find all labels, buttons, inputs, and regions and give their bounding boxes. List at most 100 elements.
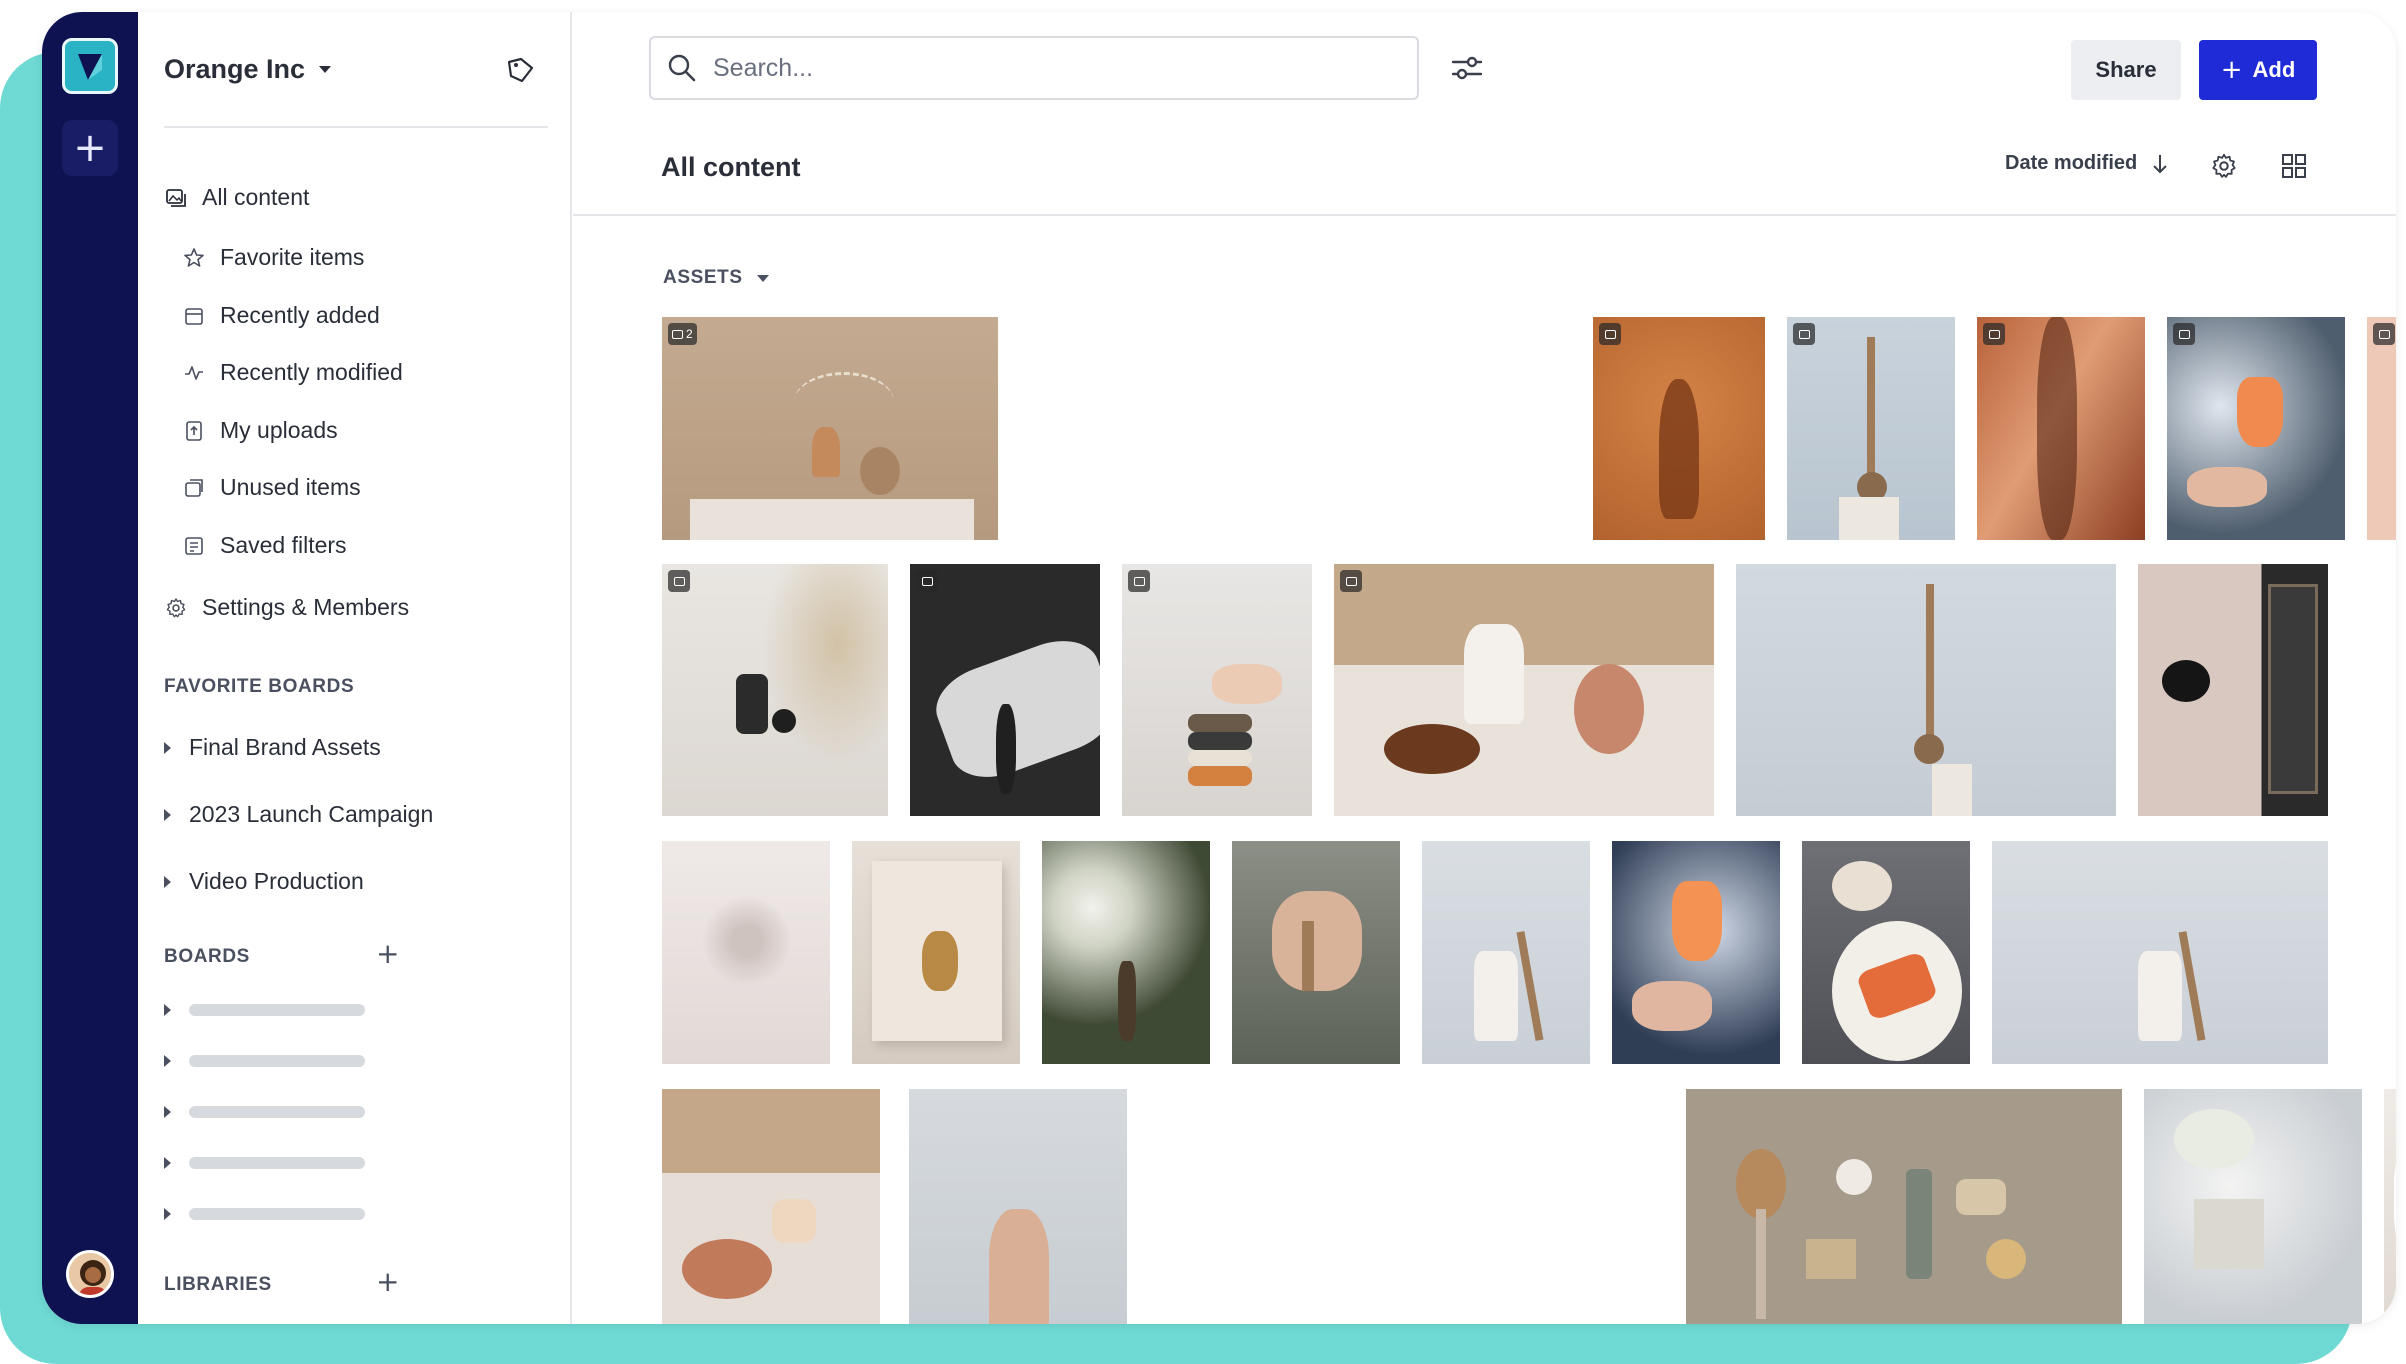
asset-type-badge [2173, 323, 2195, 345]
create-workspace-button[interactable]: + [62, 120, 118, 176]
tag-icon[interactable] [504, 54, 536, 86]
image-icon [1988, 329, 2000, 339]
image-icon [2378, 329, 2390, 339]
org-name: Orange Inc [164, 54, 306, 84]
chevron-right-icon[interactable] [164, 1004, 171, 1016]
boards-heading: BOARDS [164, 946, 250, 967]
asset-thumbnail[interactable] [2384, 1089, 2396, 1324]
asset-thumbnail[interactable] [852, 841, 1020, 1064]
asset-type-badge [668, 570, 690, 592]
asset-thumbnail[interactable] [1686, 1089, 2122, 1324]
asset-thumbnail[interactable] [2167, 317, 2345, 540]
favorite-board-item[interactable]: 2023 Launch Campaign [164, 801, 433, 828]
asset-thumbnail[interactable]: 2 [662, 317, 998, 540]
app-stage: + Orange Inc All content Favorite items [0, 0, 2406, 1364]
comment-badge: 2 [668, 323, 697, 345]
board-item-placeholder[interactable] [164, 1157, 365, 1169]
asset-thumbnail[interactable] [1802, 841, 1970, 1064]
page-title: All content [661, 152, 801, 182]
asset-thumbnail[interactable] [1232, 841, 1400, 1064]
share-button[interactable]: Share [2071, 40, 2181, 100]
add-library-button[interactable]: + [376, 1268, 399, 1296]
image-icon [921, 576, 933, 586]
org-switcher[interactable]: Orange Inc [164, 54, 332, 85]
sort-dropdown[interactable]: Date modified [2005, 152, 2169, 175]
assets-section-toggle[interactable]: ASSETS [663, 267, 769, 289]
asset-thumbnail[interactable] [2138, 564, 2328, 816]
chevron-right-icon[interactable] [164, 808, 171, 821]
add-button[interactable]: + Add [2199, 40, 2317, 100]
favorite-board-item[interactable]: Video Production [164, 868, 364, 895]
saved-filter-icon [185, 536, 203, 555]
image-icon [2178, 329, 2190, 339]
sidebar-item-label: Favorite items [220, 244, 365, 270]
unused-icon [185, 478, 203, 497]
grid-view-icon[interactable] [2279, 151, 2309, 181]
sidebar-item-label: Saved filters [220, 532, 347, 558]
add-board-button[interactable]: + [376, 940, 399, 968]
sidebar-item-label: Recently modified [220, 359, 403, 385]
loading-skeleton [189, 1055, 365, 1067]
board-item-placeholder[interactable] [164, 1208, 365, 1220]
asset-thumbnail[interactable] [662, 841, 830, 1064]
asset-thumbnail[interactable] [662, 1089, 880, 1324]
asset-thumbnail[interactable] [910, 564, 1100, 816]
sidebar-item-all-content[interactable]: All content [164, 184, 309, 211]
chevron-right-icon[interactable] [164, 1055, 171, 1067]
sidebar-item-settings-members[interactable]: Settings & Members [164, 594, 409, 621]
image-icon [673, 576, 685, 586]
filter-sliders-icon[interactable] [1447, 48, 1487, 88]
sidebar-item-saved-filters[interactable]: Saved filters [182, 532, 347, 559]
asset-thumbnail[interactable] [1977, 317, 2145, 540]
sidebar-item-label: Settings & Members [202, 594, 410, 620]
asset-type-badge [1340, 570, 1362, 592]
asset-thumbnail[interactable] [909, 1089, 1127, 1324]
chevron-right-icon[interactable] [164, 741, 171, 754]
chevron-right-icon[interactable] [164, 1157, 171, 1169]
asset-thumbnail[interactable] [1334, 564, 1714, 816]
chevron-right-icon[interactable] [164, 1208, 171, 1220]
sidebar-item-recently-modified[interactable]: Recently modified [182, 359, 403, 386]
asset-thumbnail[interactable] [2144, 1089, 2362, 1324]
favorite-board-label: 2023 Launch Campaign [189, 801, 434, 827]
chevron-right-icon[interactable] [164, 875, 171, 888]
search-input[interactable] [713, 53, 1373, 83]
asset-thumbnail[interactable] [1736, 564, 2116, 816]
asset-type-badge [1599, 323, 1621, 345]
asset-thumbnail[interactable] [1593, 317, 1765, 540]
asset-thumbnail[interactable] [1042, 841, 1210, 1064]
sort-label: Date modified [2005, 152, 2138, 174]
image-icon [1798, 329, 1810, 339]
asset-thumbnail[interactable] [1122, 564, 1312, 816]
sidebar-item-my-uploads[interactable]: My uploads [182, 417, 338, 444]
chevron-right-icon[interactable] [164, 1106, 171, 1118]
header-divider [573, 214, 2396, 216]
asset-thumbnail[interactable] [1787, 317, 1955, 540]
favorite-board-item[interactable]: Final Brand Assets [164, 734, 381, 761]
board-item-placeholder[interactable] [164, 1055, 365, 1067]
asset-thumbnail[interactable] [662, 564, 888, 816]
asset-thumbnail[interactable] [1612, 841, 1780, 1064]
sidebar-item-label: All content [202, 184, 310, 210]
search-bar[interactable] [649, 36, 1419, 100]
app-rail: + [42, 12, 138, 1324]
sidebar-item-unused-items[interactable]: Unused items [182, 474, 361, 501]
sidebar-item-recently-added[interactable]: Recently added [182, 302, 380, 329]
add-button-label: Add [2252, 57, 2296, 82]
sidebar-item-label: Recently added [220, 302, 380, 328]
user-avatar[interactable] [66, 1250, 114, 1298]
calendar-icon [185, 307, 203, 325]
sidebar-item-favorite-items[interactable]: Favorite items [182, 244, 364, 271]
asset-thumbnail[interactable] [1422, 841, 1590, 1064]
asset-thumbnail[interactable] [1992, 841, 2328, 1064]
gear-icon [166, 597, 186, 617]
comment-count: 2 [686, 327, 693, 341]
app-logo-icon[interactable] [62, 38, 118, 94]
loading-skeleton [189, 1157, 365, 1169]
favorite-board-label: Video Production [189, 868, 364, 894]
sidebar-item-label: My uploads [220, 417, 338, 443]
view-settings-gear-icon[interactable] [2209, 151, 2239, 181]
asset-thumbnail[interactable] [2367, 317, 2396, 540]
board-item-placeholder[interactable] [164, 1004, 365, 1016]
board-item-placeholder[interactable] [164, 1106, 365, 1118]
